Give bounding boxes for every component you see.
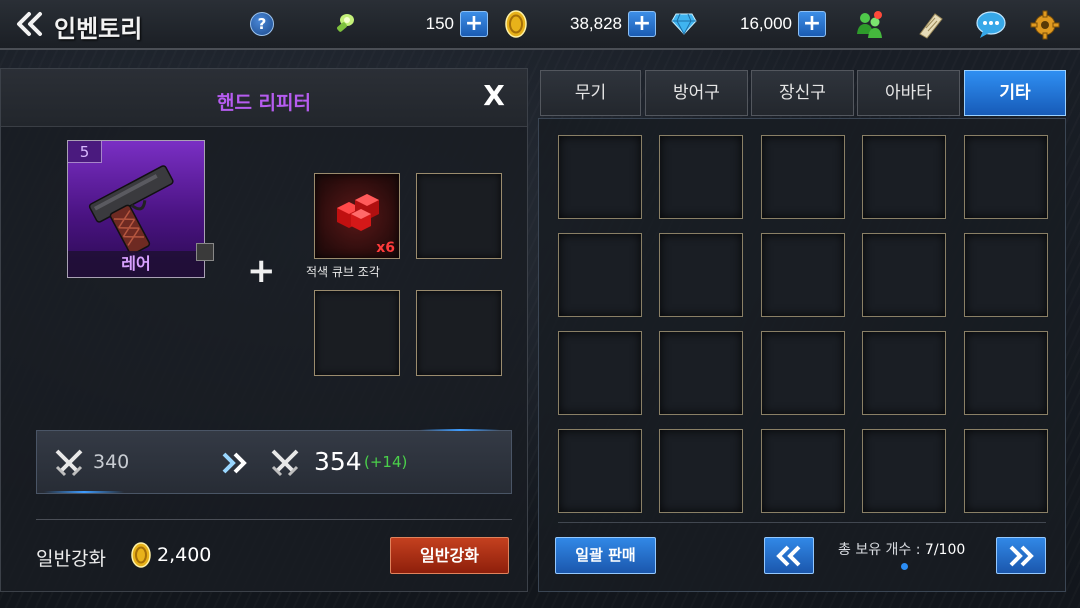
tab-misc[interactable]: 기타 <box>964 70 1066 116</box>
inventory-slot[interactable] <box>964 135 1048 219</box>
add-energy-button[interactable]: + <box>460 11 488 37</box>
top-bar: 인벤토리 ? 150 + 38,828 + 16,000 + <box>0 0 1080 50</box>
enhance-button[interactable]: 일반강화 <box>390 537 509 574</box>
inventory-slot[interactable] <box>761 233 845 317</box>
stat-glow-right <box>420 429 500 431</box>
page-indicator-dot <box>901 563 908 570</box>
inventory-slot[interactable] <box>862 233 946 317</box>
enhance-type-label: 일반강화 <box>36 548 106 570</box>
stat-comparison: 340 354 (+14) <box>36 430 512 494</box>
double-chevron-left-icon <box>17 12 42 36</box>
item-count: 총 보유 개수 : 7/100 <box>838 539 965 559</box>
tab-avatar[interactable]: 아바타 <box>857 70 960 116</box>
inventory-slot[interactable] <box>558 429 642 513</box>
energy-bolt-icon <box>330 10 358 38</box>
enhance-cost: 2,400 <box>157 544 212 566</box>
gold-coin-icon <box>131 542 151 568</box>
current-attack-value: 340 <box>93 451 130 473</box>
add-gold-button[interactable]: + <box>628 11 656 37</box>
inventory-slot[interactable] <box>862 135 946 219</box>
material-slot-1[interactable]: x6 <box>314 173 400 259</box>
gold-value: 38,828 <box>570 14 622 33</box>
inventory-slot[interactable] <box>558 331 642 415</box>
close-button[interactable]: X <box>479 81 509 111</box>
material-count: x6 <box>376 240 395 256</box>
item-rarity-label: 레어 <box>68 251 204 277</box>
grid-divider <box>558 522 1046 523</box>
gold-currency: 38,828 + <box>502 10 656 38</box>
inventory-slot[interactable] <box>659 135 743 219</box>
item-count-label: 총 보유 개수 : <box>838 542 921 558</box>
tab-armor[interactable]: 방어구 <box>645 70 748 116</box>
inventory-slot[interactable] <box>659 331 743 415</box>
double-chevron-left-icon <box>776 545 801 567</box>
inventory-slot[interactable] <box>964 429 1048 513</box>
inventory-slot[interactable] <box>862 429 946 513</box>
help-button[interactable]: ? <box>250 12 274 36</box>
gem-currency: 16,000 + <box>670 11 826 37</box>
material-slot-4[interactable] <box>416 290 502 376</box>
sell-all-button[interactable]: 일괄 판매 <box>555 537 656 574</box>
item-count-value: 7/100 <box>924 542 966 558</box>
crossed-swords-icon <box>55 449 83 477</box>
double-chevron-right-icon <box>222 452 247 474</box>
material-slot-2[interactable] <box>416 173 502 259</box>
enhance-divider <box>36 519 512 520</box>
prev-page-button[interactable] <box>764 537 814 574</box>
tab-accessory[interactable]: 장신구 <box>751 70 854 116</box>
diamond-gem-icon <box>670 10 698 38</box>
item-select-checkbox[interactable] <box>196 243 214 261</box>
energy-value: 150 <box>425 14 454 33</box>
plus-sign: + <box>247 251 276 291</box>
page-title: 인벤토리 <box>54 15 143 43</box>
attack-bonus: (+14) <box>364 453 408 471</box>
mail-scroll-icon[interactable] <box>913 8 947 42</box>
energy-currency: 150 + <box>330 11 488 37</box>
inventory-slot[interactable] <box>862 331 946 415</box>
inventory-slot[interactable] <box>659 429 743 513</box>
gold-coin-icon <box>502 10 530 38</box>
pistol-icon <box>88 165 174 253</box>
enhance-item-name: 핸드 리피터 <box>216 92 311 114</box>
back-button[interactable] <box>14 10 46 38</box>
chat-bubble-icon[interactable] <box>974 8 1008 42</box>
inventory-slot[interactable] <box>964 331 1048 415</box>
settings-gear-icon[interactable] <box>1028 8 1062 42</box>
material-slot-3[interactable] <box>314 290 400 376</box>
next-attack-value: 354 <box>314 447 362 476</box>
inventory-slot[interactable] <box>558 135 642 219</box>
inventory-slot[interactable] <box>659 233 743 317</box>
crossed-swords-icon <box>271 449 299 477</box>
material-name: 적색 큐브 조각 <box>306 265 380 279</box>
inventory-slot[interactable] <box>558 233 642 317</box>
tab-weapon[interactable]: 무기 <box>540 70 641 116</box>
enhance-panel-header: 핸드 리피터 X <box>1 69 527 127</box>
double-chevron-right-icon <box>1009 545 1034 567</box>
add-gem-button[interactable]: + <box>798 11 826 37</box>
next-page-button[interactable] <box>996 537 1046 574</box>
gem-value: 16,000 <box>740 14 792 33</box>
inventory-slot[interactable] <box>761 135 845 219</box>
red-cube-icon <box>337 194 379 231</box>
stat-glow-left <box>44 491 124 493</box>
inventory-slot[interactable] <box>761 331 845 415</box>
friends-icon[interactable] <box>852 8 886 42</box>
inventory-slot[interactable] <box>964 233 1048 317</box>
enhance-target-item[interactable]: 5 레어 <box>67 140 214 278</box>
inventory-slot[interactable] <box>761 429 845 513</box>
